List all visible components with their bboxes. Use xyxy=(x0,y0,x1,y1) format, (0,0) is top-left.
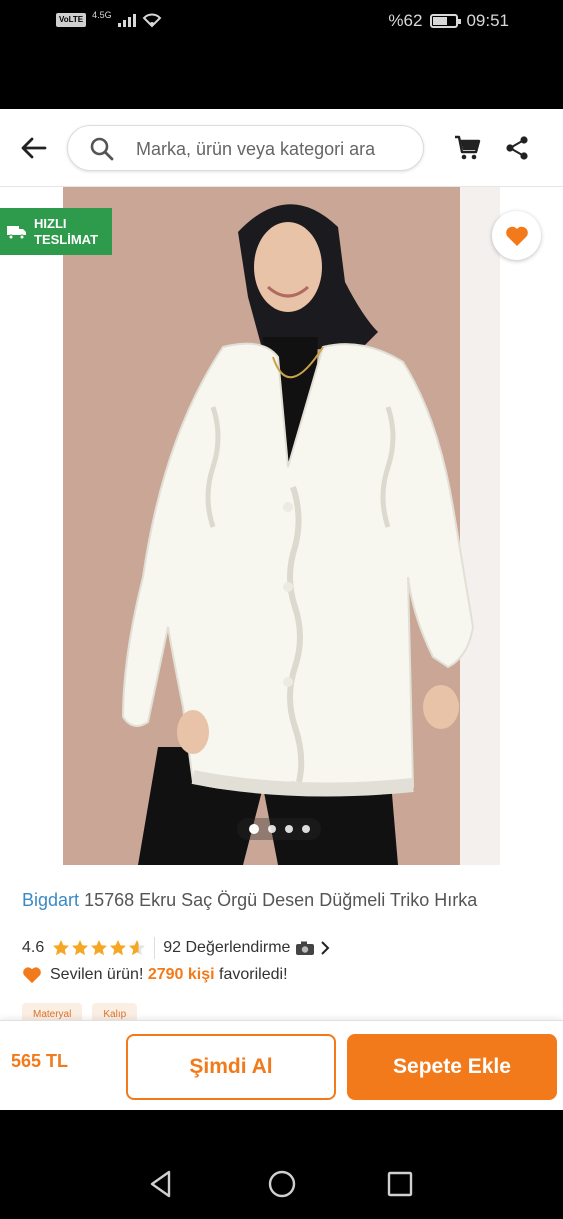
clock: 09:51 xyxy=(466,11,509,30)
pager-dot[interactable] xyxy=(301,825,310,833)
system-nav-bar xyxy=(0,1110,563,1219)
pager-dot[interactable] xyxy=(267,825,276,833)
chevron-right-icon[interactable] xyxy=(319,940,331,956)
fast-delivery-line2: TESLİMAT xyxy=(34,231,99,247)
pager-dot[interactable] xyxy=(284,825,293,833)
star-icon xyxy=(91,940,108,956)
favorite-suffix: favoriledi! xyxy=(219,966,288,983)
favorite-button[interactable] xyxy=(492,211,541,260)
favorite-prefix: Sevilen ürün! xyxy=(50,966,144,983)
search-input[interactable] xyxy=(136,134,416,164)
nav-recents-icon[interactable] xyxy=(384,1168,416,1200)
fast-delivery-label: HIZLI TESLİMAT xyxy=(34,216,98,248)
buy-now-button[interactable]: Şimdi Al xyxy=(126,1034,336,1100)
cart-icon[interactable] xyxy=(452,133,482,163)
search-icon xyxy=(90,137,114,161)
star-icon xyxy=(110,940,127,956)
signal-icon xyxy=(117,13,136,27)
heart-icon xyxy=(505,226,528,246)
search-box[interactable] xyxy=(67,125,424,171)
top-bar xyxy=(0,109,563,187)
add-to-cart-button[interactable]: Sepete Ekle xyxy=(347,1034,557,1100)
back-arrow-icon[interactable] xyxy=(18,133,48,163)
star-icon xyxy=(72,940,89,956)
nav-home-icon[interactable] xyxy=(266,1168,298,1200)
share-icon[interactable] xyxy=(503,134,531,162)
fast-delivery-line1: HIZLI xyxy=(34,215,67,231)
product-info: Bigdart 15768 Ekru Saç Örgü Desen Düğmel… xyxy=(0,865,563,1025)
rating-value: 4.6 xyxy=(22,939,45,956)
battery-icon xyxy=(430,14,462,28)
review-count[interactable]: 92 Değerlendirme xyxy=(163,939,290,957)
product-title: Bigdart 15768 Ekru Saç Örgü Desen Düğmel… xyxy=(22,890,477,911)
price: 565 TL xyxy=(11,1051,69,1071)
status-left: VoLTE 4.5G xyxy=(56,10,162,28)
pager-dot[interactable] xyxy=(248,824,259,834)
rating-stars xyxy=(52,939,146,957)
product-page: HIZLI TESLİMAT Bigdart 15768 Ekru Saç Ör… xyxy=(0,109,563,1110)
camera-icon xyxy=(296,941,315,955)
battery-level xyxy=(433,17,448,25)
nav-back-icon[interactable] xyxy=(145,1168,177,1200)
volte-badge: VoLTE xyxy=(56,13,87,27)
fast-delivery-badge: HIZLI TESLİMAT xyxy=(0,208,112,255)
network-type: 4.5G xyxy=(92,10,112,20)
favorite-count: 2790 kişi xyxy=(147,966,215,983)
bottom-action-bar: 565 TL Şimdi Al Sepete Ekle xyxy=(0,1020,563,1110)
truck-icon xyxy=(7,225,26,239)
wifi-icon xyxy=(142,13,162,28)
image-pager-dots[interactable] xyxy=(237,818,321,840)
divider xyxy=(154,937,156,959)
model-illustration xyxy=(121,204,475,865)
product-name: 15768 Ekru Saç Örgü Desen Düğmeli Triko … xyxy=(84,890,478,910)
heart-icon xyxy=(23,967,41,984)
product-image[interactable] xyxy=(63,187,500,865)
status-right: %62 09:51 xyxy=(388,11,509,31)
rating-row[interactable]: 4.6 92 Değerlendirme xyxy=(22,937,331,959)
battery-percent: %62 xyxy=(388,11,423,30)
star-icon xyxy=(53,940,70,956)
brand-link[interactable]: Bigdart xyxy=(22,890,79,910)
product-gallery[interactable]: HIZLI TESLİMAT xyxy=(0,187,563,865)
favorite-info: Sevilen ürün! 2790 kişi favoriledi! xyxy=(22,966,288,984)
status-bar: VoLTE 4.5G %62 09:51 xyxy=(0,0,563,45)
star-icon xyxy=(129,940,146,956)
